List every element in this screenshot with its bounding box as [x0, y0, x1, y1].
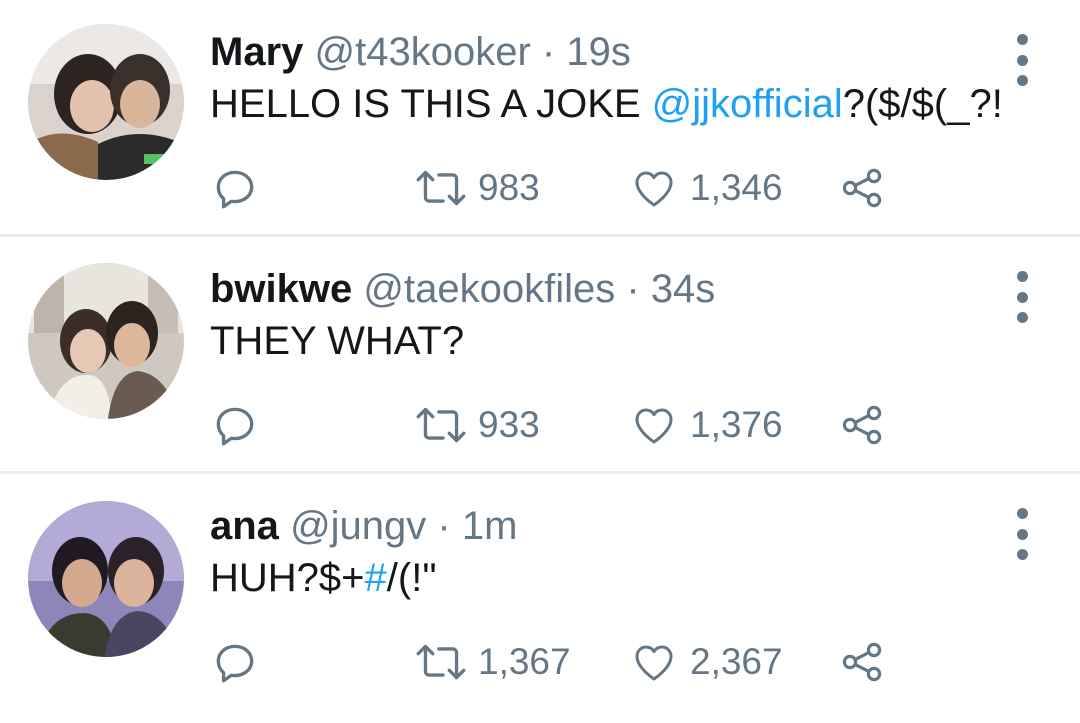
tweet-item[interactable]: ana @jungv · 1m HUH?$+#/(!" 1,367 2,367 [0, 474, 1080, 723]
like-button[interactable]: 1,376 [630, 397, 783, 453]
share-icon [842, 405, 882, 445]
tweet-text: HUH?$+#/(!" [210, 554, 437, 602]
tweet-feed: Mary @t43kooker · 19s HELLO IS THIS A JO… [0, 0, 1080, 723]
like-count: 2,367 [690, 641, 783, 682]
separator-dot: · [626, 267, 640, 311]
heart-icon [635, 171, 673, 207]
display-name[interactable]: bwikwe [210, 267, 352, 311]
reply-button[interactable] [210, 160, 260, 216]
separator-dot: · [437, 504, 451, 548]
tweet-header: bwikwe @taekookfiles · 34s [210, 265, 715, 313]
hashtag-link[interactable]: # [365, 556, 387, 600]
share-button[interactable] [838, 160, 886, 216]
tweet-item[interactable]: Mary @t43kooker · 19s HELLO IS THIS A JO… [0, 0, 1080, 237]
user-handle[interactable]: @t43kooker [315, 30, 531, 74]
heart-icon [635, 408, 673, 444]
tweet-header: ana @jungv · 1m [210, 502, 517, 550]
tweet-text-part: HUH?$+ [210, 556, 365, 600]
more-vertical-icon[interactable] [1014, 508, 1030, 560]
retweet-count: 933 [478, 404, 540, 445]
tweet-text-part: HELLO IS THIS A JOKE [210, 82, 652, 126]
timestamp[interactable]: 19s [566, 30, 631, 74]
tweet-actions: 933 1,376 [210, 397, 910, 453]
tweet-text: THEY WHAT? [210, 319, 465, 363]
retweet-count: 983 [478, 167, 540, 208]
reply-button[interactable] [210, 634, 260, 690]
user-handle[interactable]: @taekookfiles [363, 267, 615, 311]
like-count: 1,376 [690, 404, 783, 445]
tweet-actions: 983 1,346 [210, 160, 910, 216]
reply-icon [216, 170, 254, 209]
retweet-icon [416, 170, 466, 206]
share-icon [842, 642, 882, 682]
timestamp[interactable]: 1m [462, 504, 518, 548]
display-name[interactable]: Mary [210, 30, 303, 74]
tweet-header: Mary @t43kooker · 19s [210, 28, 631, 76]
avatar[interactable] [28, 263, 184, 419]
reply-button[interactable] [210, 397, 260, 453]
like-count: 1,346 [690, 167, 783, 208]
tweet-actions: 1,367 2,367 [210, 634, 910, 690]
timestamp[interactable]: 34s [651, 267, 716, 311]
mention-link[interactable]: @jjkofficial [652, 82, 843, 126]
retweet-button[interactable]: 1,367 [412, 634, 571, 690]
tweet-text-part: ?($/$(_?! [842, 82, 1003, 126]
reply-icon [216, 644, 254, 683]
like-button[interactable]: 2,367 [630, 634, 783, 690]
display-name[interactable]: ana [210, 504, 279, 548]
share-icon [842, 168, 882, 208]
retweet-icon [416, 407, 466, 443]
avatar[interactable] [28, 24, 184, 180]
user-handle[interactable]: @jungv [290, 504, 426, 548]
share-button[interactable] [838, 397, 886, 453]
tweet-text: HELLO IS THIS A JOKE @jjkofficial?($/$(_… [210, 80, 1003, 128]
more-vertical-icon[interactable] [1014, 34, 1030, 86]
share-button[interactable] [838, 634, 886, 690]
tweet-text-part: /(!" [386, 556, 437, 600]
separator-dot: · [541, 30, 556, 74]
reply-icon [216, 407, 254, 446]
more-vertical-icon[interactable] [1014, 271, 1030, 323]
retweet-button[interactable]: 933 [412, 397, 540, 453]
avatar[interactable] [28, 501, 184, 657]
heart-icon [635, 645, 673, 681]
tweet-item[interactable]: bwikwe @taekookfiles · 34s THEY WHAT? 93… [0, 237, 1080, 474]
like-button[interactable]: 1,346 [630, 160, 783, 216]
retweet-button[interactable]: 983 [412, 160, 540, 216]
retweet-icon [416, 644, 466, 680]
retweet-count: 1,367 [478, 641, 571, 682]
